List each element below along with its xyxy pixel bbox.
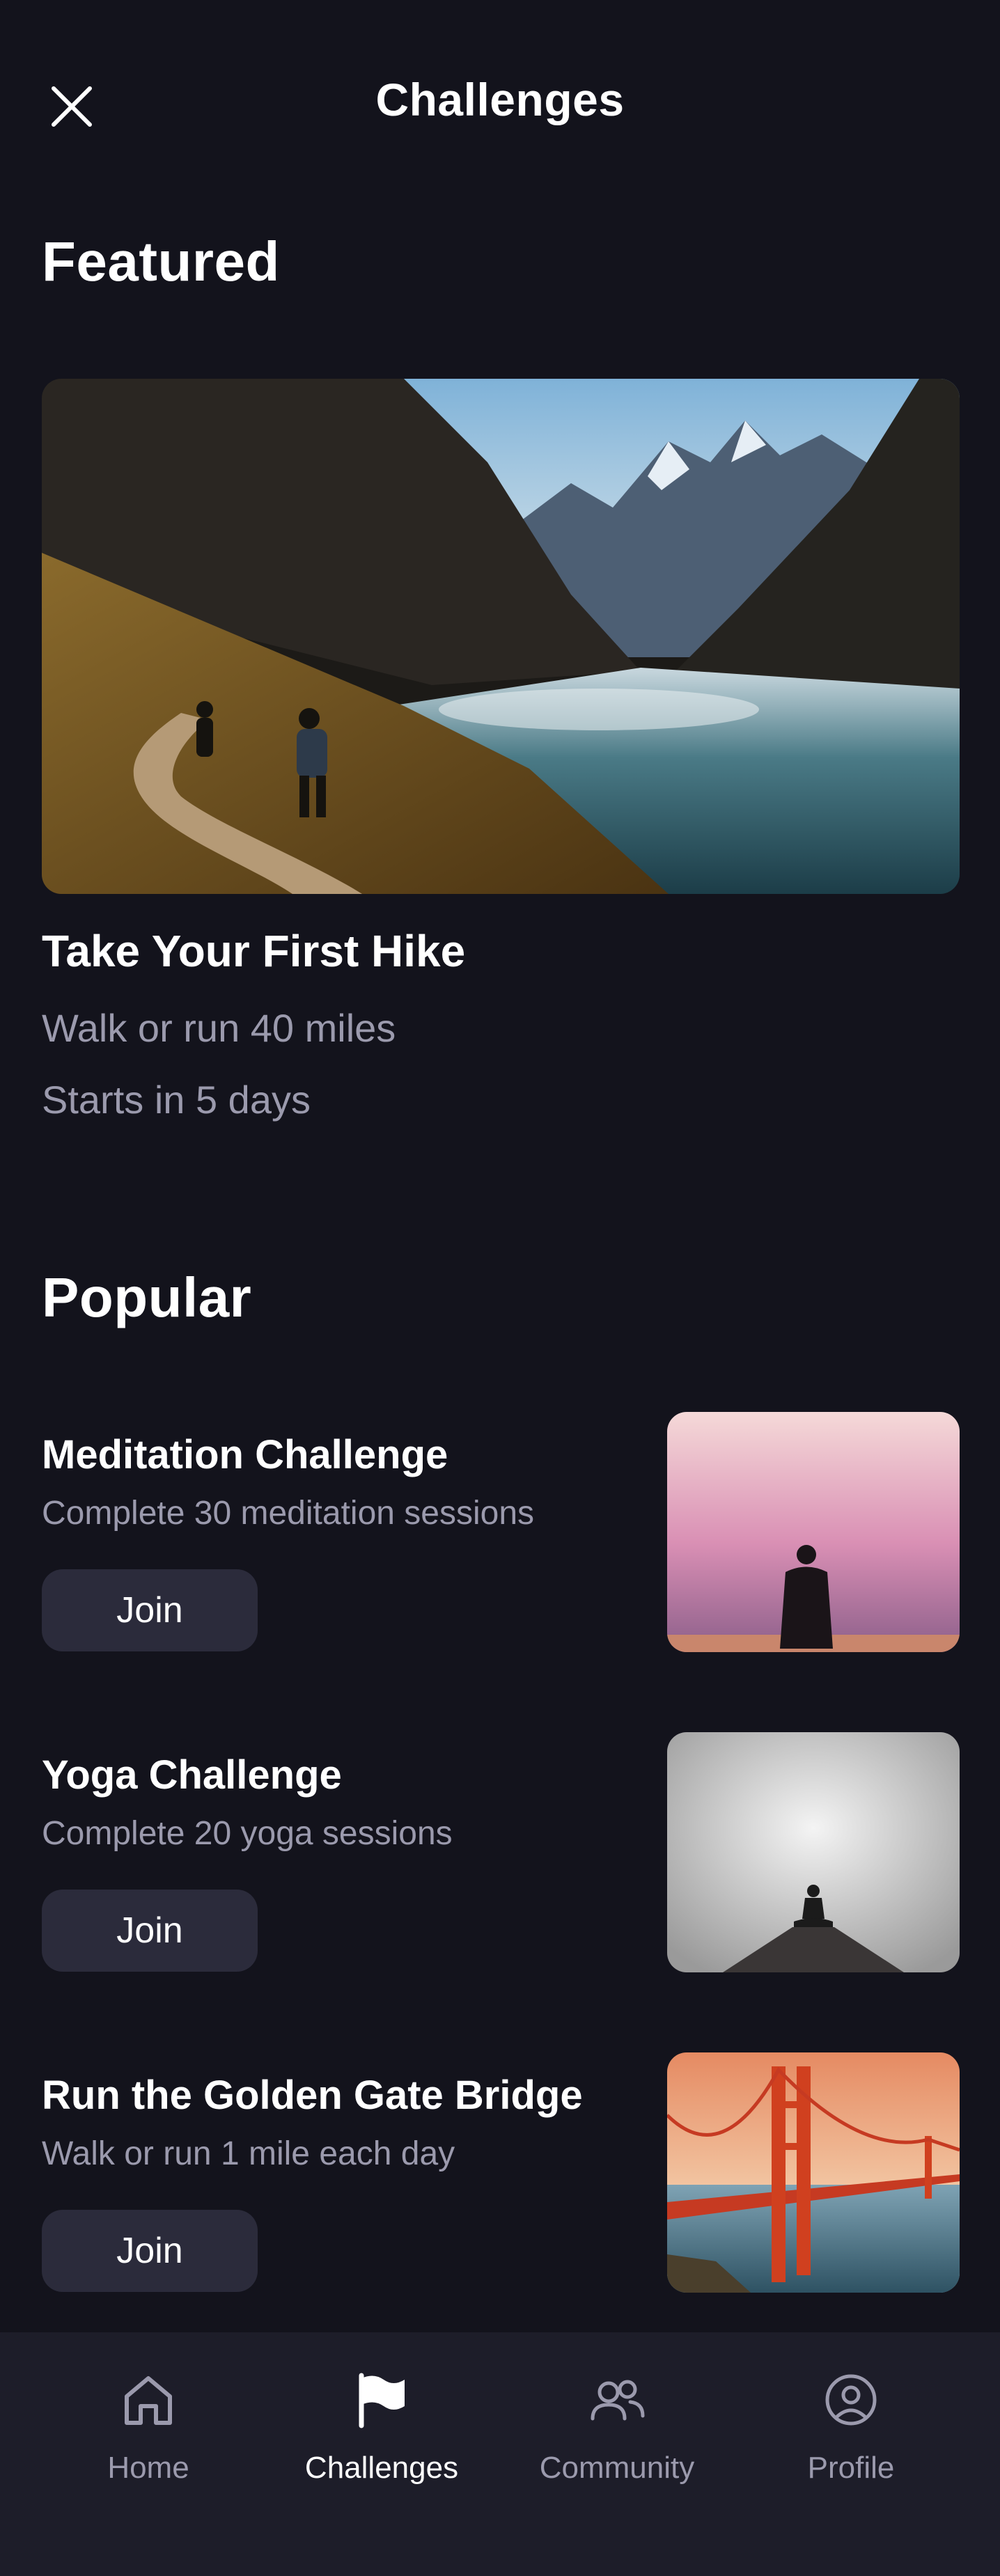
bottom-navigation: Home Challenges Community Profile	[0, 2332, 1000, 2576]
nav-item-profile[interactable]: Profile	[733, 2332, 969, 2513]
featured-hike-image	[42, 379, 960, 894]
header: Challenges	[0, 0, 1000, 202]
challenge-item-yoga: Yoga Challenge Complete 20 yoga sessions…	[42, 1732, 960, 1972]
challenge-title: Yoga Challenge	[42, 1752, 342, 1798]
challenge-item-golden-gate: Run the Golden Gate Bridge Walk or run 1…	[42, 2052, 960, 2293]
featured-challenge-card[interactable]: Take Your First Hike Walk or run 40 mile…	[42, 379, 960, 1122]
challenge-description: Complete 30 meditation sessions	[42, 1495, 535, 1532]
challenge-description: Complete 20 yoga sessions	[42, 1815, 453, 1852]
challenge-description: Walk or run 1 mile each day	[42, 2135, 455, 2172]
featured-challenge-subtitle: Walk or run 40 miles	[42, 1006, 396, 1050]
featured-section-title: Featured	[42, 230, 280, 292]
challenge-title: Meditation Challenge	[42, 1432, 448, 1477]
nav-item-home[interactable]: Home	[30, 2332, 267, 2513]
profile-icon	[825, 2374, 877, 2426]
nav-item-community[interactable]: Community	[499, 2332, 735, 2513]
nav-item-challenges[interactable]: Challenges	[263, 2332, 500, 2513]
yoga-thumbnail[interactable]	[667, 1732, 960, 1972]
meditation-thumbnail[interactable]	[667, 1412, 960, 1652]
home-icon	[125, 2376, 172, 2425]
featured-challenge-start: Starts in 5 days	[42, 1078, 311, 1122]
flag-icon	[359, 2373, 405, 2428]
nav-label-home: Home	[107, 2451, 189, 2485]
nav-label-profile: Profile	[807, 2451, 895, 2485]
golden-gate-thumbnail[interactable]	[667, 2052, 960, 2293]
join-button-meditation[interactable]: Join	[42, 1569, 258, 1651]
nav-label-challenges: Challenges	[304, 2451, 459, 2485]
join-button-yoga[interactable]: Join	[42, 1890, 258, 1972]
challenge-item-meditation: Meditation Challenge Complete 30 meditat…	[42, 1412, 960, 1652]
page-title: Challenges	[375, 74, 625, 125]
users-icon	[591, 2380, 645, 2421]
nav-label-community: Community	[539, 2451, 695, 2485]
challenges-screen: Challenges Featured Take Your First Hike…	[0, 0, 1000, 2576]
popular-section-title: Popular	[42, 1266, 252, 1328]
join-button-golden-gate[interactable]: Join	[42, 2210, 258, 2292]
featured-challenge-title: Take Your First Hike	[42, 926, 466, 976]
challenge-title: Run the Golden Gate Bridge	[42, 2073, 583, 2118]
